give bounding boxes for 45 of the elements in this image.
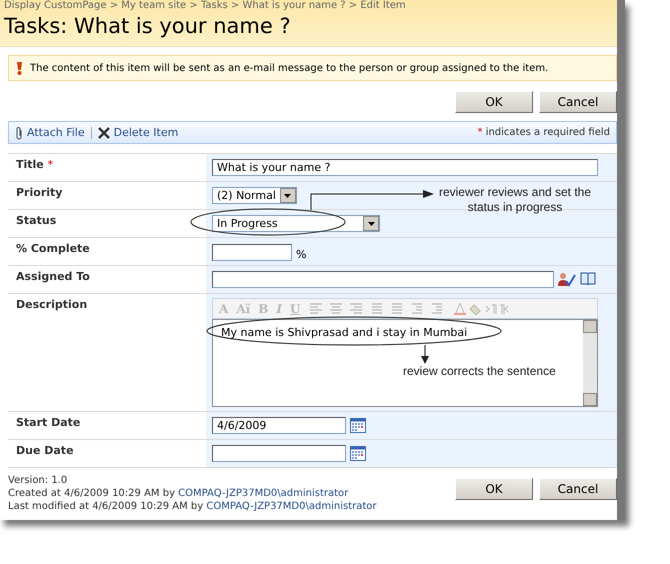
field-label: Priority	[16, 186, 62, 199]
caret-icon[interactable]	[284, 194, 292, 198]
breadcrumb[interactable]: Display CustomPage > My team site > Tasks > What is your name ? > Edit Item	[4, 0, 613, 12]
paperclip-icon	[15, 126, 23, 140]
delete-item-link[interactable]: Delete Item	[98, 126, 178, 139]
annotation-text: review corrects the sentence	[403, 364, 556, 378]
cancel-button[interactable]: Cancel	[539, 91, 617, 113]
calendar-icon[interactable]	[350, 446, 366, 461]
required-field-note: * indicates a required field	[478, 127, 610, 138]
field-label: Status	[16, 214, 56, 227]
description-text: My name is Shivprasad and i stay in Mumbai	[221, 326, 468, 339]
modified-info: Last modified at 4/6/2009 10:29 AM by COMPAQ-JZP37MD0\administrator	[8, 500, 376, 513]
date-field[interactable]	[212, 445, 346, 462]
field-label: Description	[16, 298, 88, 311]
calendar-icon[interactable]	[350, 418, 366, 433]
notice-text: The content of this item will be sent as an e-mail message to the person or group assigned to the item.	[30, 62, 548, 74]
people-field[interactable]	[212, 271, 554, 288]
cancel-button[interactable]: Cancel	[539, 478, 617, 500]
number-field[interactable]	[212, 244, 292, 261]
user-link[interactable]: COMPAQ-JZP37MD0\administrator	[178, 488, 348, 499]
created-info: Created at 4/6/2009 10:29 AM by COMPAQ-JZP37MD0\administrator	[8, 487, 350, 500]
version-text: Version: 1.0	[8, 474, 68, 487]
field-label: Start Date	[16, 416, 80, 429]
delete-x-icon	[98, 126, 110, 138]
field-label: Due Date	[16, 444, 74, 457]
field-label: % Complete	[16, 242, 90, 255]
dropdown[interactable]: (2) Normal	[212, 187, 297, 204]
exclamation-icon	[17, 62, 22, 74]
check-names-icon[interactable]	[558, 272, 576, 287]
dropdown[interactable]: In Progress	[212, 215, 380, 232]
ok-button[interactable]: OK	[455, 91, 533, 113]
callout-arrow	[421, 344, 429, 364]
date-field[interactable]: 4/6/2009	[212, 417, 346, 434]
page-title: Tasks: What is your name ?	[4, 13, 292, 40]
scrollbar[interactable]	[583, 320, 597, 406]
address-book-icon[interactable]	[580, 272, 596, 285]
percent-sign: %	[296, 248, 306, 261]
ok-button[interactable]: OK	[455, 478, 533, 500]
field-label: Title *	[16, 158, 54, 171]
user-link[interactable]: COMPAQ-JZP37MD0\administrator	[206, 501, 376, 512]
caret-icon[interactable]	[368, 222, 374, 226]
text-field[interactable]: What is your name ?	[212, 159, 598, 176]
annotation-text: reviewer reviews and set the status in progress	[438, 185, 592, 215]
attach-file-link[interactable]: Attach File	[15, 126, 85, 140]
field-label: Assigned To	[16, 270, 90, 283]
